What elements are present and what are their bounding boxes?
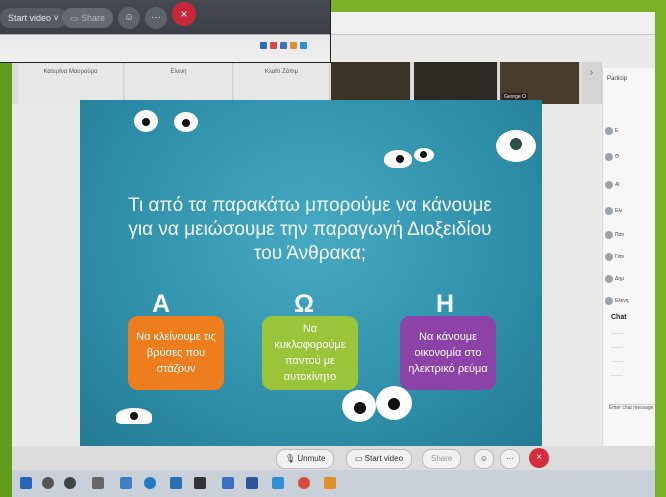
answer-option-eta[interactable]: Να κάνουμε οικονομία στο ηλεκτρικό ρεύμα xyxy=(400,316,496,390)
cartoon-eyes-icon xyxy=(414,148,434,162)
chat-line: ——— xyxy=(611,358,623,363)
chat-input[interactable]: Enter chat message xyxy=(609,404,655,417)
chrome-icon[interactable] xyxy=(298,477,310,489)
background-right-edge xyxy=(655,0,666,497)
mail-icon[interactable] xyxy=(120,477,132,489)
share-icon: ▭ xyxy=(70,13,82,23)
option-letter: Α xyxy=(152,290,171,318)
participant-tile[interactable]: Κατερίνα Μαυρούρα xyxy=(18,62,124,104)
unmute-button[interactable]: 🎙 Unmute xyxy=(276,449,335,469)
cartoon-eyes-icon xyxy=(134,110,158,132)
avatar xyxy=(605,275,613,283)
start-video-button[interactable]: ▭ Start video xyxy=(346,449,413,469)
participant-row[interactable]: Γιάν xyxy=(605,248,655,266)
next-page-arrow-icon[interactable]: › xyxy=(582,62,602,104)
overlay-controls-snippet: Start video ˅ ▭ Share ☺ ··· × xyxy=(0,0,331,63)
participant-video-strip: Κατερίνα Μαυρούρα Ελενη Κλαίτι Ζάπιμ Geo… xyxy=(12,62,602,104)
participant-row[interactable]: Παν xyxy=(605,226,655,244)
chat-title: Chat xyxy=(611,314,627,321)
cartoon-eyes-icon xyxy=(376,386,412,420)
participant-name: Κατερίνα Μαυρούρα xyxy=(43,69,98,75)
avatar xyxy=(605,297,613,305)
app-icon xyxy=(290,42,297,49)
participant-row[interactable]: Δημ xyxy=(605,270,655,288)
option-letter: Ω xyxy=(294,290,315,318)
store-icon[interactable] xyxy=(170,477,182,489)
reactions-icon[interactable]: ☺ xyxy=(474,449,494,469)
participant-row[interactable]: Ε xyxy=(605,122,655,140)
more-options-icon[interactable]: ··· xyxy=(145,7,167,29)
option-letter: Η xyxy=(436,290,455,318)
folder-icon[interactable] xyxy=(194,477,206,489)
participant-name: Ελενη xyxy=(170,69,187,75)
participant-row[interactable]: Ελι xyxy=(605,202,655,220)
participant-tile[interactable]: Ελενη xyxy=(125,62,233,104)
participant-tile[interactable]: Κλαίτι Ζάπιμ xyxy=(234,62,330,104)
cartoon-eyes-icon xyxy=(342,390,376,422)
panel-title: Particip xyxy=(607,76,628,82)
participants-panel: Particip Ε Θ Al Ελι Παν Γιάν Δημ Ελενη C… xyxy=(602,68,656,468)
overlay-share-button[interactable]: ▭ Share xyxy=(62,8,114,28)
mail-app-icon[interactable] xyxy=(222,477,234,489)
chat-line: ——— xyxy=(611,344,623,349)
microphone-icon: 🎙 xyxy=(285,454,298,463)
zoom-icon[interactable] xyxy=(272,477,284,489)
word-icon[interactable] xyxy=(246,477,258,489)
background-left-edge xyxy=(0,0,12,497)
participant-row[interactable]: Θ xyxy=(605,148,655,166)
shared-slide: Τι από τα παρακάτω μπορούμε να κάνουμε γ… xyxy=(80,100,542,446)
participant-name: Κλαίτι Ζάπιμ xyxy=(264,69,299,75)
overlay-control-bar: Start video ˅ ▭ Share ☺ ··· × xyxy=(0,0,330,34)
avatar xyxy=(605,253,613,261)
participant-row[interactable]: Ελενη xyxy=(605,292,655,310)
background-top-edge xyxy=(330,0,666,12)
chat-line: ——— xyxy=(611,372,623,377)
answer-option-a[interactable]: Να κλείνουμε τις βρύσες που στάζουν xyxy=(128,316,224,390)
cartoon-eyes-icon xyxy=(174,112,198,132)
quiz-question: Τι από τα παρακάτω μπορούμε να κάνουμε γ… xyxy=(128,195,492,264)
overlay-end-button[interactable]: × xyxy=(172,2,196,26)
app-icon xyxy=(300,42,307,49)
edge-icon[interactable] xyxy=(144,477,156,489)
more-options-icon[interactable]: ··· xyxy=(500,449,520,469)
cartoon-eyes-icon xyxy=(116,408,152,424)
participant-video-tile[interactable] xyxy=(331,62,411,104)
reactions-icon[interactable]: ☺ xyxy=(118,7,140,29)
avatar xyxy=(605,127,613,135)
answer-option-omega[interactable]: Να κυκλοφορούμε παντού με αυτοκίνητο xyxy=(262,316,358,390)
cartoon-eyes-icon xyxy=(496,130,536,162)
camera-icon: ▭ xyxy=(355,454,365,463)
overlay-taskbar xyxy=(260,36,330,49)
window-top-bar xyxy=(330,12,655,35)
participant-video-tile[interactable]: George O xyxy=(500,62,580,104)
app-icon xyxy=(260,42,267,49)
end-meeting-button[interactable]: × xyxy=(529,448,549,468)
app-icon xyxy=(280,42,287,49)
participant-video-tile[interactable] xyxy=(414,62,498,104)
windows-taskbar xyxy=(12,470,655,497)
avatar xyxy=(605,181,613,189)
task-view-icon[interactable] xyxy=(64,477,76,489)
app-icon xyxy=(270,42,277,49)
start-icon[interactable] xyxy=(20,477,32,489)
app-icon[interactable] xyxy=(324,477,336,489)
chat-line: ——— xyxy=(611,330,623,335)
share-button[interactable]: Share xyxy=(422,449,462,469)
avatar xyxy=(605,231,613,239)
search-icon[interactable] xyxy=(42,477,54,489)
app-icon[interactable] xyxy=(92,477,104,489)
participant-row[interactable]: Al xyxy=(605,176,655,194)
meeting-controls: 🎙 Unmute ▭ Start video Share ☺ ··· × xyxy=(12,446,655,470)
cartoon-eyes-icon xyxy=(384,150,412,168)
overlay-start-video-button[interactable]: Start video ˅ xyxy=(0,8,67,28)
avatar xyxy=(605,153,613,161)
avatar xyxy=(605,207,613,215)
